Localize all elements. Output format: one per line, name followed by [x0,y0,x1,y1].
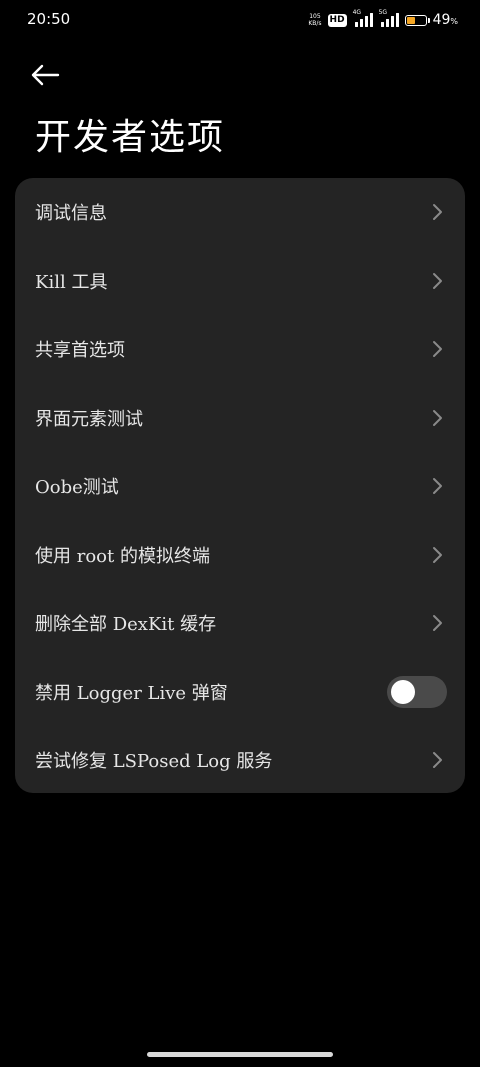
settings-item-clear-dexkit-cache[interactable]: 删除全部 DexKit 缓存 [15,589,465,658]
cellular-signal-icon: 4G [353,9,373,27]
settings-item-label: Oobe测试 [35,477,119,499]
home-indicator[interactable] [147,1052,333,1057]
settings-item-label: 删除全部 DexKit 缓存 [35,614,217,636]
settings-item-ui-element-test[interactable]: 界面元素测试 [15,384,465,453]
settings-card: 调试信息 Kill 工具 共享首选项 界面元素测试 Oobe测试 使用 root… [15,178,465,793]
logger-live-popup-toggle[interactable] [387,675,447,708]
hd-voice-icon: HD [327,13,347,27]
network-speed: 105 KB/s [308,13,321,27]
settings-item-label: 使用 root 的模拟终端 [35,545,210,567]
chevron-right-icon [433,752,442,769]
chevron-right-icon [433,272,442,289]
battery-percent: 49% [432,12,458,28]
settings-item-kill-tool[interactable]: Kill 工具 [15,247,465,316]
settings-item-label: 界面元素测试 [35,408,143,430]
status-bar: 20:50 105 KB/s HD 4G 5G 49% [0,0,480,40]
settings-item-fix-lsposed-log-service[interactable]: 尝试修复 LSPosed Log 服务 [15,726,465,793]
chevron-right-icon [433,341,442,358]
settings-item-label: 尝试修复 LSPosed Log 服务 [35,751,273,773]
signal-network-label: 4G [352,9,362,16]
settings-item-root-terminal[interactable]: 使用 root 的模拟终端 [15,521,465,590]
settings-item-shared-preferences[interactable]: 共享首选项 [15,315,465,384]
chevron-right-icon [433,409,442,426]
settings-item-label: Kill 工具 [35,271,108,293]
chevron-right-icon [433,478,442,495]
battery-fill [406,16,416,24]
network-speed-unit: KB/s [308,20,322,27]
toggle-knob [391,679,415,704]
signal-network-label-2: 5G [378,9,388,16]
chevron-right-icon [433,546,442,563]
settings-item-label: 共享首选项 [35,340,125,362]
settings-item-debug-info[interactable]: 调试信息 [15,178,465,247]
settings-item-disable-logger-live-popup: 禁用 Logger Live 弹窗 [15,658,465,727]
arrow-left-icon [31,64,60,86]
chevron-right-icon [433,615,442,632]
network-speed-value: 105 [309,13,321,20]
cellular-signal-icon-2: 5G [379,9,399,27]
chevron-right-icon [433,204,442,221]
battery-icon: 49% [404,12,458,28]
page-title: 开发者选项 [35,117,226,158]
settings-item-label: 调试信息 [35,203,107,225]
back-button[interactable] [30,58,70,92]
settings-item-oobe-test[interactable]: Oobe测试 [15,452,465,521]
status-icons: 105 KB/s HD 4G 5G 49% [308,9,458,30]
status-time: 20:50 [27,10,71,28]
settings-item-label: 禁用 Logger Live 弹窗 [35,682,228,704]
